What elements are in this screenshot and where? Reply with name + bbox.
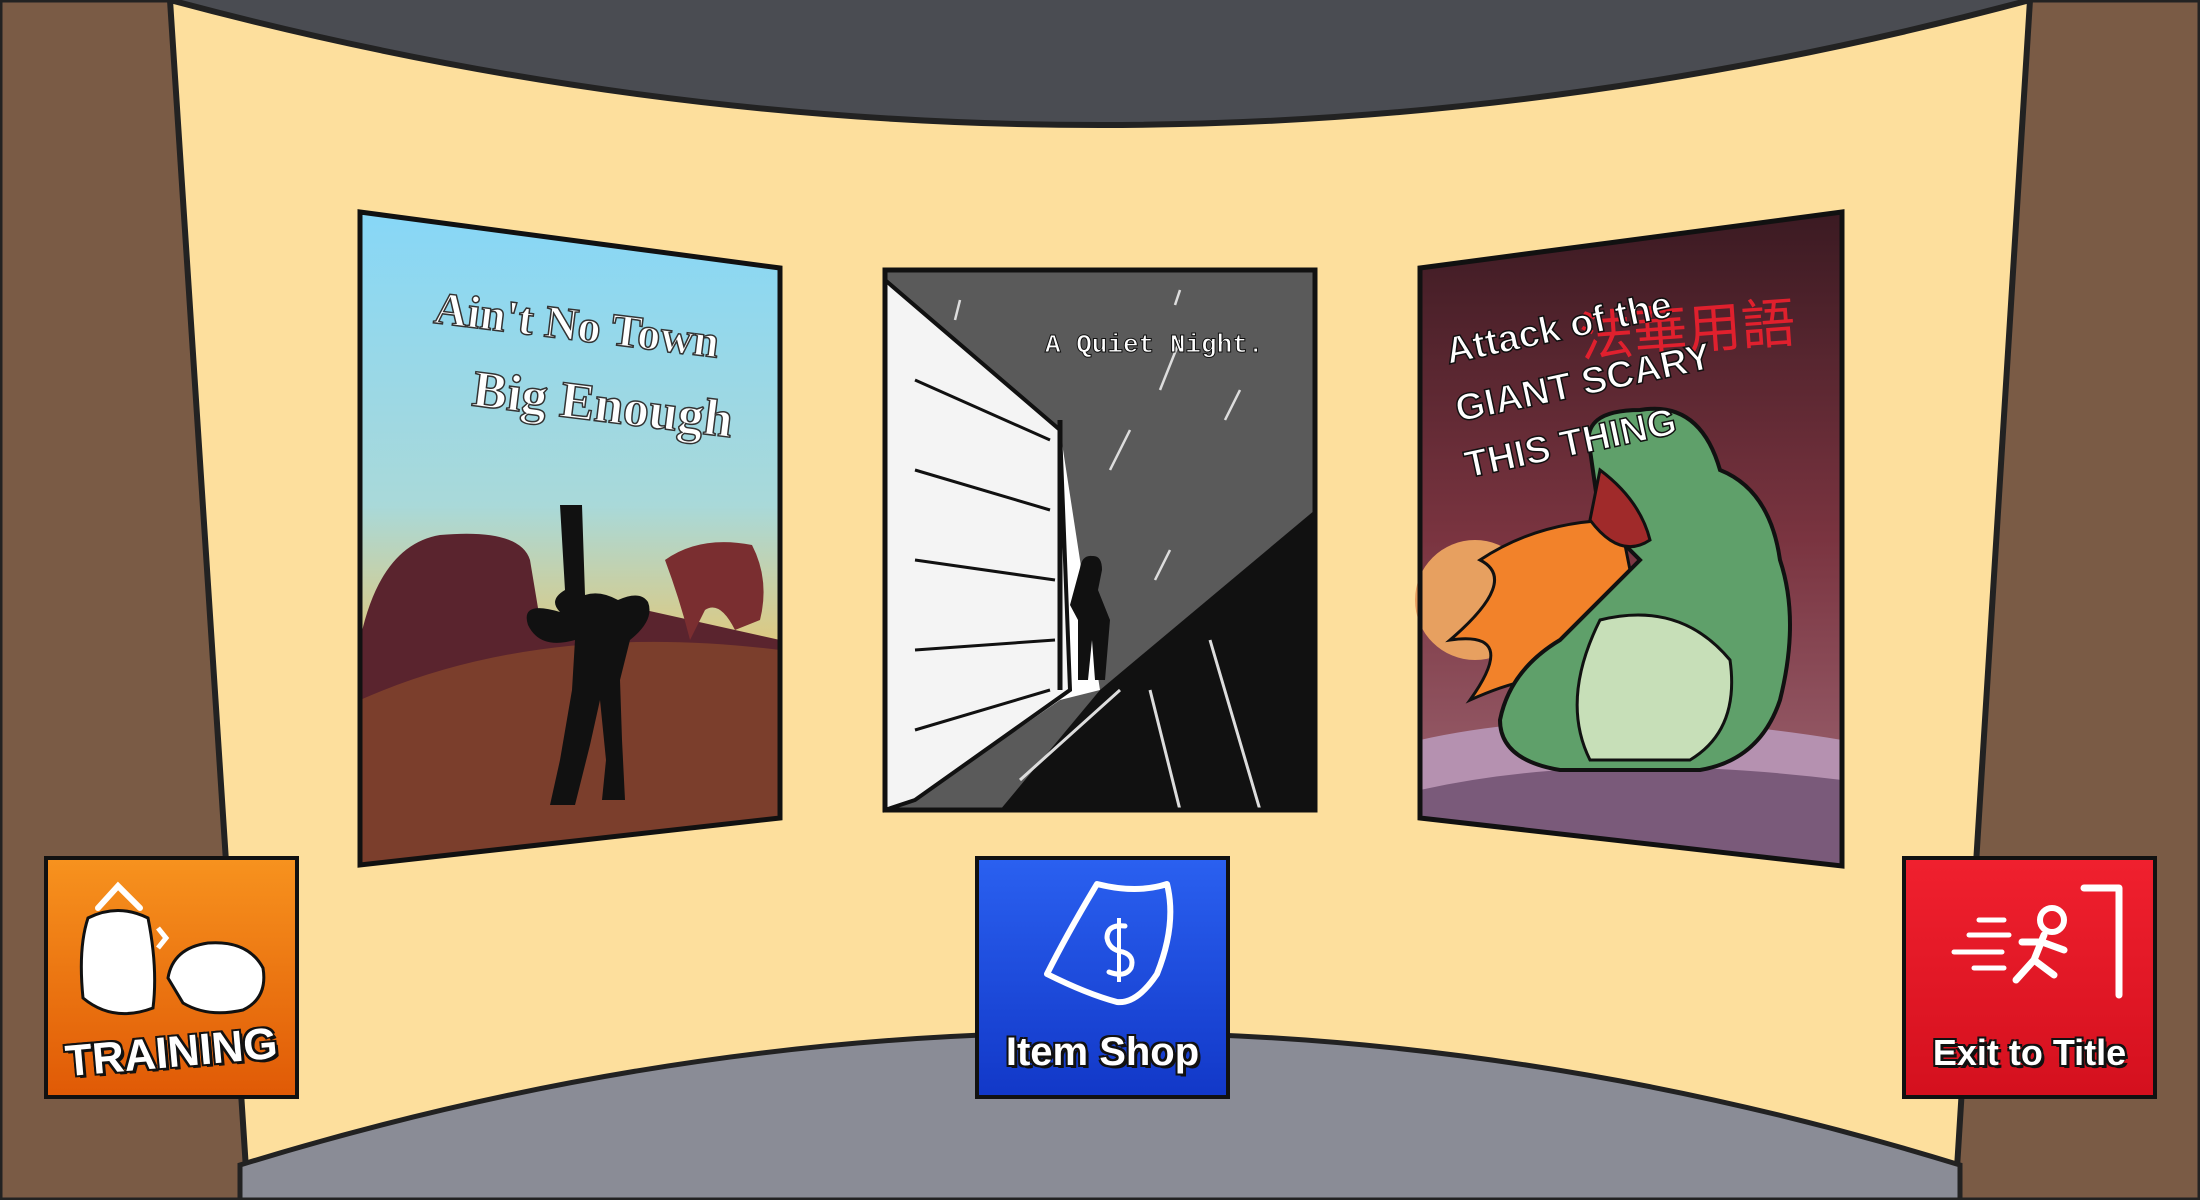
money-bag-icon — [1044, 881, 1174, 1006]
poster-noir-select[interactable] — [885, 270, 1315, 810]
item-shop-label: Item Shop — [1005, 1030, 1200, 1074]
training-button[interactable]: TRAINING — [44, 856, 299, 1099]
poster-kaiju-select[interactable] — [1420, 212, 1842, 865]
theater-stage: Ain't No Town Big Enough A Quiet Night. — [0, 0, 2200, 1200]
item-shop-button[interactable]: Item Shop — [975, 856, 1230, 1099]
exit-to-title-button[interactable]: Exit to Title — [1902, 856, 2157, 1099]
exit-to-title-label: Exit to Title — [1932, 1032, 2127, 1073]
running-exit-icon — [1951, 884, 2123, 999]
punching-bag-glove-icon — [79, 881, 266, 1016]
poster-western-select[interactable] — [360, 212, 780, 865]
